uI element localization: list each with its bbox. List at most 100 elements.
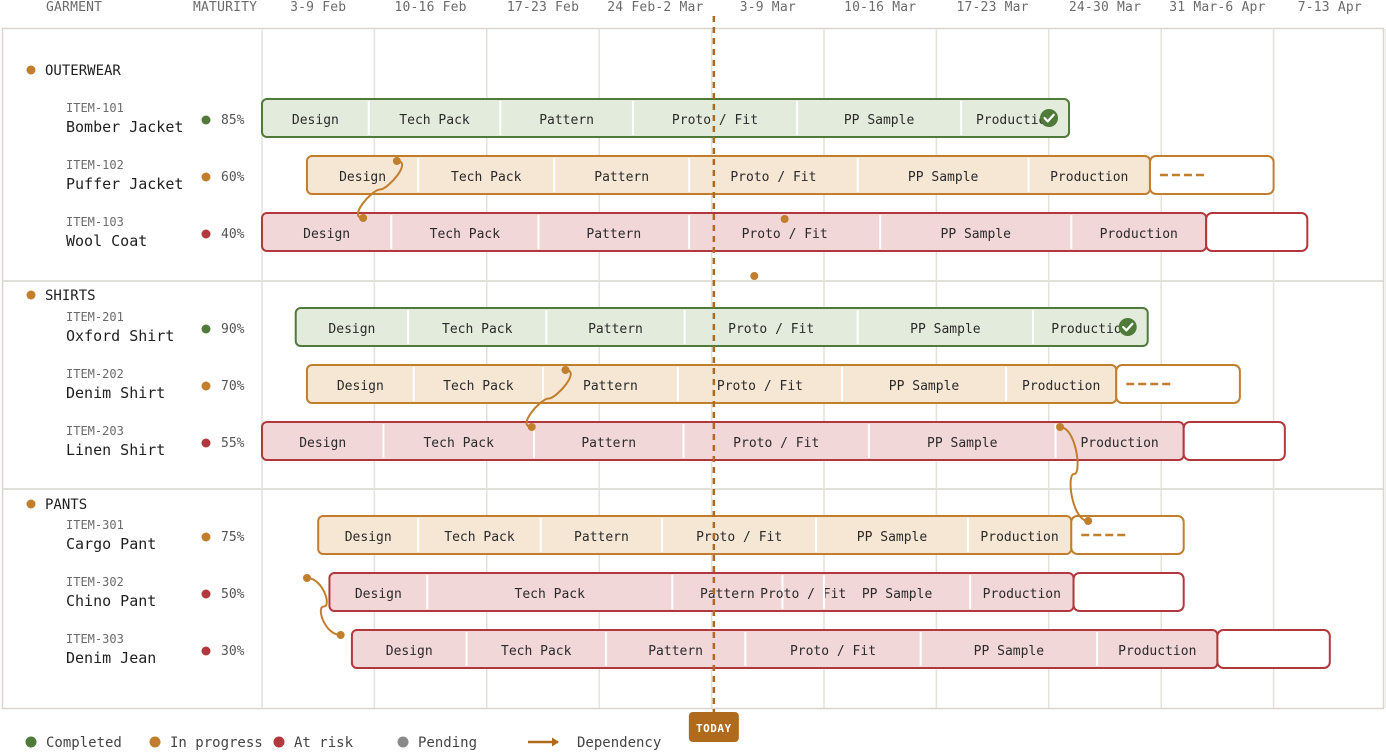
maturity-dot (201, 381, 211, 391)
header-garment: GARMENT (46, 0, 102, 15)
pending-segment (1072, 572, 1185, 612)
week-header: 24-30 Mar (1069, 0, 1141, 15)
item-id: ITEM-203 (66, 424, 124, 438)
bar-fill (262, 422, 1184, 460)
stage-label: Proto / Fit (790, 644, 876, 659)
maturity-dot (201, 532, 211, 542)
maturity-value: 90% (221, 322, 245, 337)
bar-fill (262, 213, 1207, 251)
week-header: 10-16 Feb (394, 0, 466, 15)
legend-label: In progress (170, 735, 263, 751)
stage-label: Production (1100, 227, 1178, 242)
legend-label: At risk (294, 735, 354, 751)
stage-label: Design (292, 113, 339, 128)
item-id: ITEM-202 (66, 367, 124, 381)
week-header: 31 Mar-6 Apr (1169, 0, 1265, 15)
legend: Completed In progress At risk Pending Depend… (25, 735, 661, 751)
group-dot (26, 65, 36, 75)
dependency-marker-dot (780, 215, 789, 223)
stage-label: Production (1080, 436, 1158, 451)
item-name: Denim Shirt (66, 384, 165, 402)
week-header: 17-23 Mar (956, 0, 1028, 15)
week-header: 3-9 Feb (290, 0, 346, 15)
item-name: Wool Coat (66, 232, 147, 250)
stage-label: Production (1118, 644, 1196, 659)
dependency-marker-dot (750, 272, 759, 280)
dependency-end-dot (359, 214, 368, 222)
pending-segment (1148, 155, 1275, 195)
dependency-start-dot (1056, 423, 1065, 431)
legend-dot (25, 736, 37, 748)
column-headers: GARMENT MATURITY 3-9 Feb 10-16 Feb 17-23 F… (46, 0, 1362, 15)
pending-segment (1115, 364, 1241, 404)
stage-label: PP Sample (910, 322, 981, 337)
dependency-start-dot (302, 574, 311, 582)
stage-label: Proto / Fit (696, 530, 782, 545)
bar-fill (306, 365, 1117, 403)
legend-label: Pending (418, 735, 477, 751)
stage-bars: Design Tech Pack Pattern Proto / Fit PP Samp… (261, 98, 1331, 669)
stage-label: Design (355, 587, 402, 602)
maturity-value: 60% (221, 170, 245, 185)
legend-dot (397, 736, 409, 748)
pending-segment (1216, 629, 1331, 669)
maturity-dot (201, 646, 211, 656)
stage-label: Proto / Fit (717, 379, 803, 394)
maturity-value: 85% (221, 113, 245, 128)
legend-arrow-icon (552, 737, 559, 747)
week-header: 7-13 Apr (1298, 0, 1362, 15)
group-dot (26, 290, 36, 300)
dependency-start-dot (561, 366, 570, 374)
stage-label: Tech Pack (399, 113, 470, 128)
item-id: ITEM-103 (66, 215, 124, 229)
bar-fill (295, 308, 1148, 346)
maturity-value: 40% (221, 227, 245, 242)
bar-fill (351, 630, 1218, 668)
maturity-value: 50% (221, 587, 245, 602)
item-name: Denim Jean (66, 649, 156, 667)
stage-label: Pattern (700, 587, 755, 602)
maturity-value: 75% (221, 530, 245, 545)
week-header: 24 Feb-2 Mar (607, 0, 703, 15)
stage-label: Tech Pack (430, 227, 501, 242)
complete-check-icon (1118, 318, 1137, 336)
stage-label: Proto / Fit (730, 170, 816, 185)
week-header: 10-16 Mar (844, 0, 916, 15)
maturity-value: 70% (221, 379, 245, 394)
item-name: Cargo Pant (66, 535, 156, 553)
stage-label: Proto / Fit (742, 227, 828, 242)
stage-label: Design (345, 530, 392, 545)
stage-label: Tech Pack (515, 587, 586, 602)
stage-label: PP Sample (974, 644, 1045, 659)
stage-label: PP Sample (889, 379, 960, 394)
bar-fill (262, 99, 1070, 137)
dependency-end-dot (336, 631, 345, 639)
item-id: ITEM-101 (66, 101, 124, 115)
group-label: OUTERWEAR (45, 63, 121, 79)
stage-label: Production (1022, 379, 1100, 394)
pending-segment (1182, 421, 1286, 461)
item-name: Puffer Jacket (66, 175, 183, 193)
stage-label: Design (337, 379, 384, 394)
maturity-dot (201, 589, 211, 599)
stage-label: Tech Pack (501, 644, 572, 659)
maturity-dot (201, 229, 211, 239)
item-name: Oxford Shirt (66, 327, 174, 345)
stage-label: Production (1051, 322, 1129, 337)
stage-label: PP Sample (927, 436, 998, 451)
dependency-start-dot (392, 157, 401, 165)
legend-dot (149, 736, 161, 748)
stage-label: Design (328, 322, 375, 337)
stage-label: Proto / Fit (760, 587, 846, 602)
stage-label: Pattern (586, 227, 641, 242)
stage-label: PP Sample (844, 113, 915, 128)
maturity-dot (201, 324, 211, 334)
week-header: 17-23 Feb (507, 0, 579, 15)
stage-label: Design (299, 436, 346, 451)
maturity-value: 30% (221, 644, 245, 659)
header-maturity: MATURITY (193, 0, 257, 15)
stage-label: PP Sample (941, 227, 1012, 242)
maturity-dot (201, 172, 211, 182)
stage-label: Pattern (594, 170, 649, 185)
stage-label: PP Sample (857, 530, 928, 545)
